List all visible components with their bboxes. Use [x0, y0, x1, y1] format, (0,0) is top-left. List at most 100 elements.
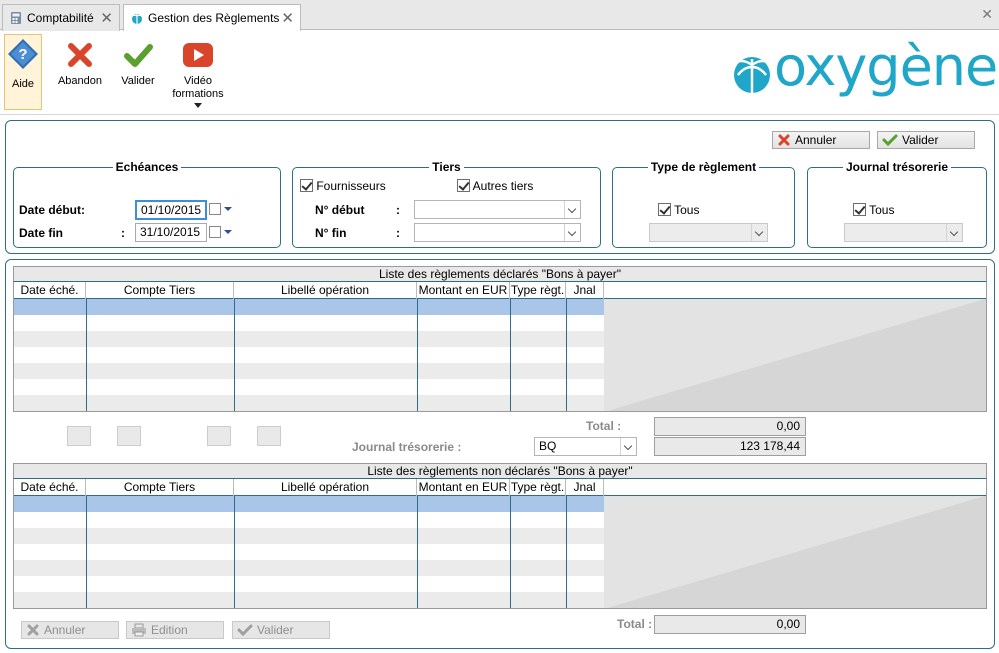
svg-text:?: ? — [18, 46, 27, 63]
close-window-icon[interactable]: ✕ — [981, 6, 993, 23]
calendar-icon[interactable] — [209, 203, 221, 215]
type-all-checkbox[interactable]: Tous — [658, 203, 699, 217]
dropdown-arrow-icon[interactable] — [224, 230, 232, 234]
toolbar: ? Aide Abandon Valider Vidéo formations … — [0, 31, 999, 115]
checkmark-icon — [882, 134, 898, 147]
grid2-header: Date éché. Compte Tiers Libellé opératio… — [14, 479, 986, 496]
group-title: Echéances — [115, 160, 179, 174]
help-label: Aide — [11, 78, 35, 90]
move-up-icon[interactable] — [257, 426, 281, 446]
dropdown-arrow-icon[interactable] — [224, 207, 232, 211]
tiers-start-select[interactable] — [414, 200, 581, 219]
checkbox-icon[interactable] — [300, 179, 313, 192]
grid1-title: Liste des règlements déclarés "Bons à pa… — [13, 266, 987, 282]
start-date-input[interactable]: 01/10/2015 — [135, 200, 207, 220]
tiers-end-label: N° fin — [315, 226, 347, 240]
move-all-up-icon[interactable] — [207, 426, 231, 446]
chevron-down-icon[interactable] — [564, 224, 580, 241]
edition-label: Edition — [151, 623, 188, 637]
oxygene-logo: oxygène — [726, 39, 998, 101]
column-header[interactable]: Jnal — [566, 282, 604, 299]
grid2: Date éché. Compte Tiers Libellé opératio… — [13, 479, 987, 609]
tab-gestion-reglements[interactable]: Gestion des Règlements ✕ — [123, 4, 301, 31]
column-header[interactable]: Montant en EUR — [417, 282, 510, 299]
chevron-down-icon[interactable] — [946, 224, 962, 241]
cancel-x-icon — [27, 624, 39, 636]
colon: : — [121, 226, 125, 240]
validate-filter-button[interactable]: Valider — [877, 131, 975, 149]
move-all-down-icon[interactable] — [67, 426, 91, 446]
group-title: Type de règlement — [650, 160, 757, 174]
logo-text: oxygène — [774, 35, 998, 98]
table-row[interactable] — [14, 544, 604, 560]
video-training-button[interactable]: Vidéo formations — [168, 34, 228, 110]
abandon-button[interactable]: Abandon — [54, 34, 106, 110]
journal-tresorerie-select[interactable]: BQ — [534, 437, 637, 456]
column-header[interactable]: Type règt. — [510, 479, 566, 496]
column-header[interactable]: Date éché. — [14, 282, 86, 299]
edition-button[interactable]: Edition — [126, 621, 224, 639]
table-row[interactable] — [14, 592, 604, 608]
checkmark-icon — [237, 624, 253, 637]
move-down-icon[interactable] — [117, 426, 141, 446]
table-row[interactable] — [14, 347, 604, 363]
column-header[interactable]: Libellé opération — [234, 479, 417, 496]
journal-all-checkbox[interactable]: Tous — [853, 203, 894, 217]
table-row[interactable] — [14, 528, 604, 544]
column-header[interactable]: Compte Tiers — [86, 282, 234, 299]
tab-bar: Comptabilité ✕ Gestion des Règlements ✕ … — [0, 0, 999, 31]
chevron-down-icon[interactable] — [751, 224, 767, 241]
column-header[interactable]: Compte Tiers — [86, 479, 234, 496]
grid1: Date éché. Compte Tiers Libellé opératio… — [13, 282, 987, 412]
column-header[interactable]: Montant en EUR — [417, 479, 510, 496]
table-row[interactable] — [14, 331, 604, 347]
colon: : — [396, 226, 400, 240]
colon: : — [396, 203, 400, 217]
printer-icon — [132, 623, 146, 637]
cancel-x-icon — [68, 43, 92, 67]
dropdown-arrow-icon[interactable] — [194, 103, 202, 108]
type-reglement-select[interactable] — [649, 223, 768, 242]
table-row[interactable] — [14, 576, 604, 592]
close-icon[interactable]: ✕ — [281, 11, 294, 26]
help-button[interactable]: ? Aide — [4, 34, 42, 110]
group-title: Tiers — [432, 160, 461, 174]
grid1-rows — [14, 299, 604, 411]
table-row[interactable] — [14, 496, 604, 512]
checkbox-icon[interactable] — [853, 203, 866, 216]
checkbox-icon[interactable] — [658, 203, 671, 216]
table-row[interactable] — [14, 379, 604, 395]
table-row[interactable] — [14, 560, 604, 576]
end-date-input[interactable]: 31/10/2015 — [135, 223, 207, 242]
calendar-icon[interactable] — [209, 226, 221, 238]
cancel-label: Annuler — [44, 623, 86, 637]
table-row[interactable] — [14, 315, 604, 331]
table-row[interactable] — [14, 512, 604, 528]
total-value: 0,00 — [654, 417, 806, 436]
table-row[interactable] — [14, 363, 604, 379]
column-header[interactable]: Date éché. — [14, 479, 86, 496]
palm-logo-icon — [130, 14, 144, 24]
table-row[interactable] — [14, 299, 604, 315]
column-header[interactable]: Type règt. — [510, 282, 566, 299]
help-icon: ? — [8, 39, 38, 69]
validate-button[interactable]: Valider — [232, 621, 330, 639]
column-header[interactable]: Jnal — [566, 479, 604, 496]
cancel-filter-button[interactable]: Annuler — [772, 131, 870, 149]
cancel-label: Annuler — [795, 133, 837, 147]
chevron-down-icon[interactable] — [564, 201, 580, 218]
chevron-down-icon[interactable] — [620, 438, 636, 455]
column-header[interactable]: Libellé opération — [234, 282, 417, 299]
cancel-button[interactable]: Annuler — [21, 621, 119, 639]
close-icon[interactable]: ✕ — [100, 11, 113, 26]
tiers-end-select[interactable] — [414, 223, 581, 242]
suppliers-checkbox[interactable]: Fournisseurs — [300, 179, 386, 193]
suppliers-label: Fournisseurs — [316, 179, 386, 193]
table-row[interactable] — [14, 395, 604, 411]
other-tiers-checkbox[interactable]: Autres tiers — [457, 179, 533, 193]
checkbox-icon[interactable] — [457, 179, 470, 192]
tiers-start-label: N° début — [315, 203, 365, 217]
validate-button[interactable]: Valider — [116, 34, 160, 110]
journal-select[interactable] — [844, 223, 963, 242]
tab-comptabilite[interactable]: Comptabilité ✕ — [2, 4, 120, 31]
